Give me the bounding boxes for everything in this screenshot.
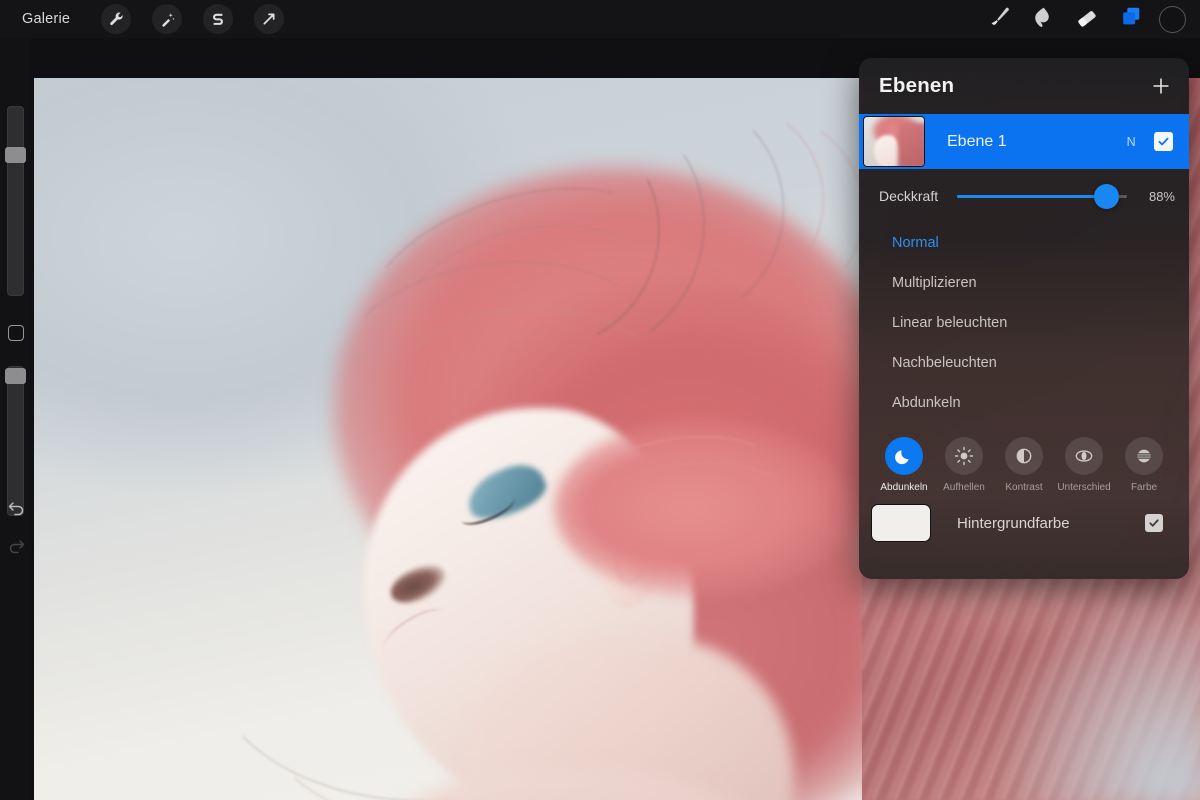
category-difference-label: Unterschied bbox=[1057, 482, 1111, 493]
brush-opacity-slider-handle[interactable] bbox=[5, 368, 26, 384]
canvas-artwork[interactable] bbox=[34, 78, 862, 800]
top-toolbar: Galerie bbox=[0, 0, 1200, 38]
brush-size-slider[interactable] bbox=[5, 106, 26, 296]
magic-wand-icon bbox=[159, 11, 176, 28]
color-swatch-button[interactable] bbox=[1159, 5, 1186, 33]
category-lighten-circle bbox=[945, 437, 983, 475]
blend-mode-darken[interactable]: Abdunkeln bbox=[859, 383, 1189, 423]
blend-mode-linear-burn[interactable]: Linear beleuchten bbox=[859, 303, 1189, 343]
panel-title: Ebenen bbox=[879, 74, 955, 97]
eraser-tool-button[interactable] bbox=[1065, 2, 1109, 36]
smudge-icon bbox=[1031, 5, 1055, 34]
gallery-button[interactable]: Galerie bbox=[12, 7, 80, 31]
blend-mode-multiply[interactable]: Multiplizieren bbox=[859, 263, 1189, 303]
category-contrast-circle bbox=[1005, 437, 1043, 475]
category-darken-circle bbox=[885, 437, 923, 475]
opacity-label: Deckkraft bbox=[879, 188, 939, 204]
background-color-label: Hintergrundfarbe bbox=[957, 514, 1070, 532]
opacity-slider-fill bbox=[957, 194, 1107, 198]
contrast-icon bbox=[1016, 448, 1032, 464]
color-icon bbox=[1137, 449, 1151, 463]
moon-icon bbox=[895, 450, 909, 465]
procreate-canvas-app: Galerie Ebenen Ebene 1 N Deckkraft 88% N… bbox=[0, 0, 1200, 800]
category-difference[interactable]: Unterschied bbox=[1055, 437, 1113, 493]
thumbnail-hair-right bbox=[898, 123, 924, 166]
category-color-circle bbox=[1125, 437, 1163, 475]
eraser-icon bbox=[1075, 5, 1099, 34]
category-contrast-label: Kontrast bbox=[1005, 482, 1043, 493]
blend-mode-list: Normal Multiplizieren Linear beleuchten … bbox=[859, 223, 1189, 423]
selection-button[interactable] bbox=[203, 4, 234, 34]
check-icon bbox=[1158, 137, 1169, 146]
layers-icon bbox=[1119, 4, 1144, 34]
category-lighten-label: Aufhellen bbox=[943, 482, 985, 493]
layers-panel: Ebenen Ebene 1 N Deckkraft 88% Normal Mu… bbox=[859, 58, 1189, 579]
category-color-label: Farbe bbox=[1130, 482, 1158, 493]
add-layer-button[interactable] bbox=[1147, 72, 1175, 100]
difference-icon bbox=[1075, 450, 1093, 462]
opacity-slider-knob[interactable] bbox=[1093, 183, 1119, 209]
thumbnail-face bbox=[874, 135, 900, 166]
adjustments-wand-button[interactable] bbox=[152, 4, 183, 34]
layers-panel-header: Ebenen bbox=[859, 58, 1189, 114]
layers-tool-button[interactable] bbox=[1109, 2, 1153, 36]
wrench-icon bbox=[108, 11, 125, 28]
background-color-swatch[interactable] bbox=[871, 504, 931, 542]
brush-size-slider-handle[interactable] bbox=[5, 147, 26, 163]
category-darken-label: Abdunkeln bbox=[880, 482, 928, 493]
arrow-icon bbox=[261, 11, 277, 27]
background-visibility-checkbox[interactable] bbox=[1145, 514, 1163, 532]
opacity-slider-row: Deckkraft 88% bbox=[859, 169, 1189, 223]
sky-patch bbox=[992, 570, 1200, 800]
background-color-row[interactable]: Hintergrundfarbe bbox=[859, 497, 1189, 549]
sun-icon bbox=[954, 446, 974, 466]
undo-icon[interactable] bbox=[6, 498, 26, 518]
category-darken[interactable]: Abdunkeln bbox=[875, 437, 933, 493]
opacity-value: 88% bbox=[1148, 188, 1175, 204]
redo-icon[interactable] bbox=[6, 536, 26, 556]
category-contrast[interactable]: Kontrast bbox=[995, 437, 1053, 493]
layer-name[interactable]: Ebene 1 bbox=[947, 133, 1127, 151]
smudge-tool-button[interactable] bbox=[1021, 2, 1065, 36]
category-difference-circle bbox=[1065, 437, 1103, 475]
layer-blend-indicator[interactable]: N bbox=[1127, 135, 1136, 149]
modify-button[interactable] bbox=[8, 325, 24, 341]
transform-button[interactable] bbox=[254, 4, 285, 34]
blend-mode-color-burn[interactable]: Nachbeleuchten bbox=[859, 343, 1189, 383]
check-icon bbox=[1149, 519, 1159, 527]
layer-row[interactable]: Ebene 1 N bbox=[859, 114, 1189, 169]
blend-mode-normal[interactable]: Normal bbox=[859, 223, 1189, 263]
top-toolbar-right bbox=[977, 0, 1192, 38]
layer-thumbnail[interactable] bbox=[863, 116, 925, 167]
brush-tool-button[interactable] bbox=[977, 2, 1021, 36]
paintbrush-icon bbox=[987, 5, 1011, 34]
category-color[interactable]: Farbe bbox=[1115, 437, 1173, 493]
plus-icon bbox=[1153, 78, 1169, 94]
actions-wrench-button[interactable] bbox=[101, 4, 132, 34]
opacity-slider[interactable] bbox=[957, 183, 1127, 209]
brush-opacity-slider[interactable] bbox=[5, 366, 26, 516]
selection-icon bbox=[210, 11, 226, 28]
left-tool-sidebar bbox=[0, 38, 31, 800]
category-lighten[interactable]: Aufhellen bbox=[935, 437, 993, 493]
layer-visibility-checkbox[interactable] bbox=[1154, 132, 1173, 151]
blend-category-row: Abdunkeln Aufhellen Kontrast Unterschied… bbox=[859, 423, 1189, 497]
